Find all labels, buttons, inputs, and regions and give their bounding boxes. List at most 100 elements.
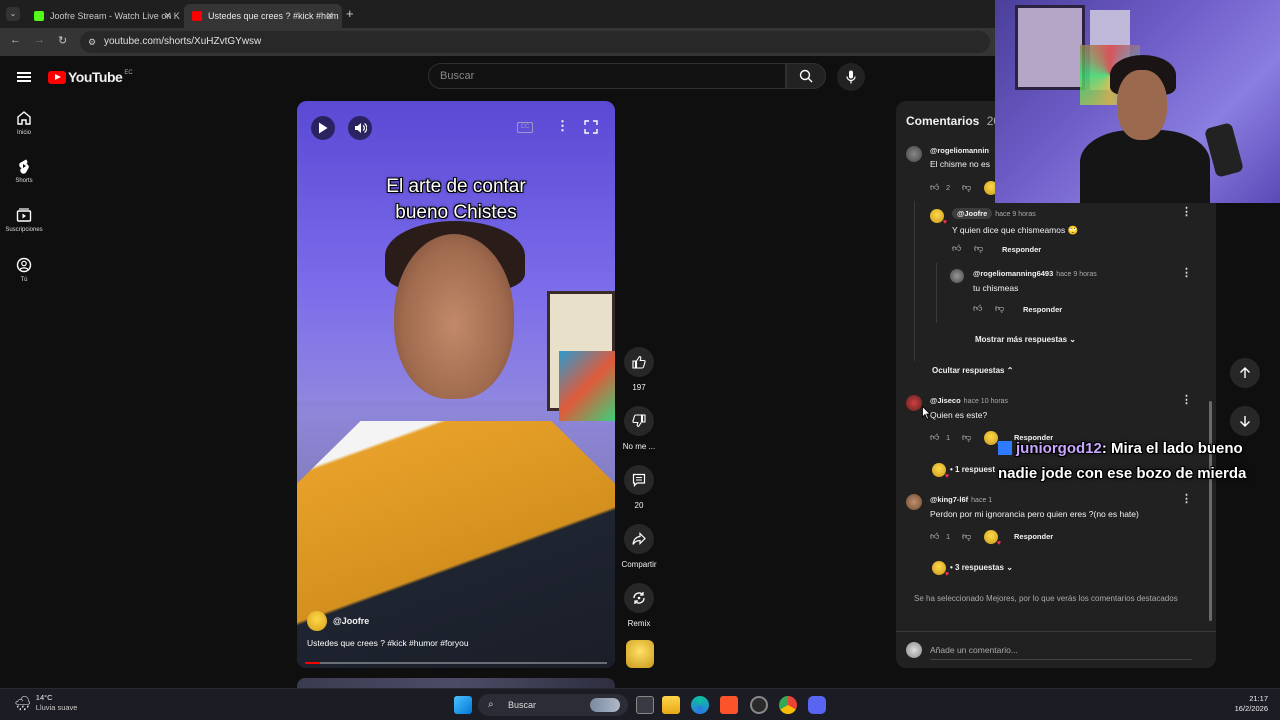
comment-author[interactable]: @Jiseco xyxy=(930,396,961,405)
owner-handle[interactable]: @Joofre xyxy=(333,616,369,626)
reply-button[interactable]: Responder xyxy=(1023,305,1062,314)
thumbs-up-icon[interactable]: 👍︎ xyxy=(973,303,982,314)
thumbs-down-icon[interactable]: 👎︎ xyxy=(962,531,971,542)
site-info-icon[interactable]: ⚙ xyxy=(88,31,96,53)
edge-browser-icon[interactable] xyxy=(691,696,709,714)
reply-button[interactable]: Responder xyxy=(1014,532,1053,541)
volume-button[interactable] xyxy=(348,116,372,140)
more-options-icon[interactable]: ⋮ xyxy=(556,118,569,134)
thumbs-up-icon xyxy=(632,355,646,369)
tab-search-button[interactable]: ⌄ xyxy=(6,7,20,21)
like-action[interactable]: 197 xyxy=(618,347,660,392)
comment-author[interactable]: @rogeliomannin xyxy=(930,146,990,155)
comments-action[interactable]: 20 xyxy=(618,465,660,510)
comment-menu-icon[interactable]: ⋮ xyxy=(1181,205,1192,218)
streamer-webcam-overlay xyxy=(995,0,1280,203)
sidebar-item-shorts[interactable]: Shorts xyxy=(0,158,48,184)
comments-scrollbar[interactable] xyxy=(1209,401,1212,621)
comment-icon xyxy=(632,473,646,487)
dislike-action[interactable]: No me ... xyxy=(618,406,660,451)
sidebar-item-home[interactable]: Inicio xyxy=(0,110,48,136)
comment-author-line: @king7-l6f hace 1 xyxy=(930,495,1139,504)
avatar[interactable] xyxy=(906,146,922,162)
next-short-button[interactable] xyxy=(1230,406,1260,436)
video-progress-bar[interactable] xyxy=(305,662,607,664)
logo-text: YouTube xyxy=(68,69,123,85)
add-comment-row[interactable]: Añade un comentario... xyxy=(896,631,1216,668)
thumbs-up-icon[interactable]: 👍︎ xyxy=(930,531,939,542)
close-tab-icon[interactable]: ✕ xyxy=(326,11,334,22)
like-button[interactable] xyxy=(624,347,654,377)
avatar[interactable] xyxy=(906,494,922,510)
taskbar-clock[interactable]: 21:17 16/2/2026 xyxy=(1222,694,1268,714)
sidebar-item-you[interactable]: Tú xyxy=(0,257,48,283)
audio-source-thumbnail[interactable] xyxy=(626,640,654,668)
reload-icon[interactable]: ↻ xyxy=(58,34,67,47)
discord-icon[interactable] xyxy=(808,696,826,714)
thumbs-up-icon[interactable]: 👍︎ xyxy=(930,182,939,193)
show-more-replies-button[interactable]: Mostrar más respuestas ⌄ xyxy=(975,335,1076,344)
tab-youtube[interactable]: Ustedes que crees ? #kick #hum ✕ xyxy=(184,4,342,28)
hide-replies-button[interactable]: Ocultar respuestas ⌃ xyxy=(932,366,1013,375)
comments-button[interactable] xyxy=(624,465,654,495)
thumbs-up-icon[interactable]: 👍︎ xyxy=(930,432,939,443)
captions-icon[interactable]: CC xyxy=(517,122,533,133)
tab-title: Joofre Stream - Watch Live on K xyxy=(50,11,180,21)
fullscreen-icon[interactable] xyxy=(584,120,598,139)
tab-kick[interactable]: Joofre Stream - Watch Live on K ✕ xyxy=(26,4,180,28)
view-replies-button[interactable]: • 1 respuest xyxy=(950,465,995,474)
reply-button[interactable]: Responder xyxy=(1002,245,1041,254)
close-tab-icon[interactable]: ✕ xyxy=(164,11,172,22)
weather-desc: Lluvia suave xyxy=(35,703,78,712)
play-button[interactable] xyxy=(311,116,335,140)
thumbs-down-icon[interactable]: 👎︎ xyxy=(974,243,983,254)
remix-button[interactable] xyxy=(624,583,654,613)
comment-author[interactable]: @king7-l6f xyxy=(930,495,968,504)
search-button[interactable] xyxy=(786,63,826,89)
previous-short-button[interactable] xyxy=(1230,358,1260,388)
thumbs-up-icon[interactable]: 👍︎ xyxy=(952,243,961,254)
dislike-button[interactable] xyxy=(624,406,654,436)
avatar[interactable] xyxy=(950,269,964,283)
shorts-video-player[interactable]: El arte de contar bueno Chistes CC ⋮ @Jo… xyxy=(297,101,615,668)
avatar[interactable] xyxy=(906,395,922,411)
share-button[interactable] xyxy=(624,524,654,554)
forward-icon[interactable]: → xyxy=(34,34,45,46)
owner-avatar[interactable] xyxy=(307,611,327,631)
new-tab-icon[interactable]: + xyxy=(346,6,354,21)
video-owner[interactable]: @Joofre xyxy=(307,611,369,631)
comment-author[interactable]: @rogeliomanning6493 xyxy=(973,269,1053,278)
thumbs-down-icon[interactable]: 👎︎ xyxy=(962,432,971,443)
game-app-icon[interactable] xyxy=(750,696,768,714)
menu-icon[interactable] xyxy=(17,72,31,82)
url-field[interactable]: ⚙ youtube.com/shorts/XuHZvtGYwsw xyxy=(80,31,990,53)
search-input[interactable]: Buscar xyxy=(428,63,786,89)
video-caption[interactable]: Ustedes que crees ? #kick #humor #foryou xyxy=(307,638,469,648)
windows-start-icon[interactable] xyxy=(454,696,472,714)
weather-widget[interactable]: 🌧︎ 14°C Lluvia suave xyxy=(14,693,77,713)
remix-action[interactable]: Remix xyxy=(618,583,660,628)
add-comment-input[interactable]: Añade un comentario... xyxy=(930,640,1192,660)
voice-search-button[interactable] xyxy=(837,63,865,91)
webcam-wall-art xyxy=(1015,5,1085,90)
task-view-icon[interactable] xyxy=(636,696,654,714)
comment-menu-icon[interactable]: ⋮ xyxy=(1181,393,1192,406)
thumbs-down-icon[interactable]: 👎︎ xyxy=(995,303,1004,314)
file-explorer-icon[interactable] xyxy=(662,696,680,714)
avatar[interactable] xyxy=(930,209,947,226)
taskbar-search[interactable]: ⌕ Buscar xyxy=(478,694,628,716)
weather-temp: 14°C xyxy=(35,693,53,702)
taskbar-search-label: Buscar xyxy=(508,700,537,710)
creator-badge[interactable]: @Joofre xyxy=(952,208,993,219)
comment-menu-icon[interactable]: ⋮ xyxy=(1181,492,1192,505)
youtube-logo[interactable]: YouTube EC xyxy=(48,69,133,85)
comment-menu-icon[interactable]: ⋮ xyxy=(1181,266,1192,279)
thumbs-down-icon[interactable]: 👎︎ xyxy=(962,182,971,193)
brave-browser-icon[interactable] xyxy=(720,696,738,714)
view-replies-button[interactable]: • 3 respuestas ⌄ xyxy=(950,563,1013,572)
share-action[interactable]: Compartir xyxy=(618,524,660,569)
like-count: 197 xyxy=(632,383,646,392)
back-icon[interactable]: ← xyxy=(10,34,21,46)
sidebar-item-subscriptions[interactable]: Suscripciones xyxy=(0,207,48,233)
chrome-browser-icon[interactable] xyxy=(779,696,797,714)
